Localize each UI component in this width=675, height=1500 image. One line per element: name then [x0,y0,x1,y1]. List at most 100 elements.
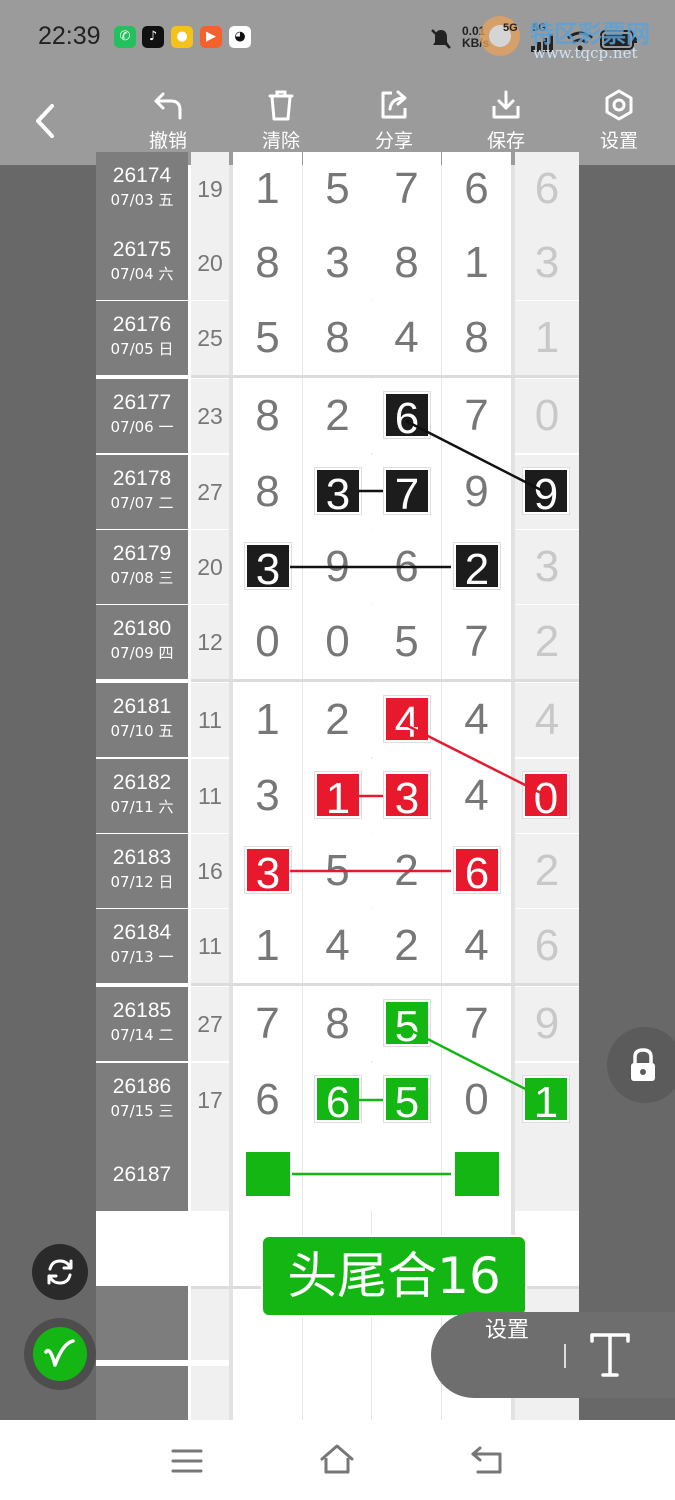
extra-digit-cell[interactable]: 1 [515,301,579,375]
digit-cell[interactable]: 2 [303,683,372,757]
digit-cell[interactable] [442,1137,511,1211]
digit-cell[interactable]: 4 [442,909,511,983]
digit-cell[interactable]: 3 [233,530,302,604]
digit-cell[interactable]: 9 [442,455,511,529]
digit-cell[interactable]: 7 [372,455,441,529]
digit-cell[interactable]: 5 [233,301,302,375]
digit-cell[interactable]: 8 [372,226,441,300]
extra-digit-cell[interactable]: 0 [515,379,579,453]
digit-cell[interactable] [372,1137,441,1211]
digit-cell[interactable]: 5 [303,152,372,226]
digit-cell[interactable]: 8 [303,301,372,375]
lock-button[interactable] [607,1027,675,1103]
clear-button[interactable]: 清除 [246,84,316,160]
settings-button[interactable]: 设置 [584,84,654,160]
digit-cell[interactable]: 2 [442,530,511,604]
menu-icon[interactable] [170,1446,204,1476]
digit-cell[interactable]: 5 [372,987,441,1061]
digit-cell[interactable]: 7 [233,987,302,1061]
digit-cell[interactable]: 6 [442,834,511,908]
highlighted-digit[interactable]: 3 [245,543,291,594]
undo-button[interactable]: 撤销 [133,84,203,160]
highlighted-digit[interactable]: 6 [454,847,500,898]
digit-cell[interactable]: 8 [233,226,302,300]
extra-digit-cell[interactable]: 2 [515,834,579,908]
home-icon[interactable] [318,1442,356,1476]
trend-board[interactable]: 26174 07/03 五 19 1 5 7 6 6 26175 07/04 六 20 8 3 8 1 3 26… [96,152,579,1440]
extra-digit-cell[interactable] [515,1137,579,1211]
share-button[interactable]: 分享 [359,84,429,160]
digit-cell[interactable]: 6 [303,1063,372,1137]
pill-settings-button[interactable]: 设置 [485,1312,529,1344]
digit-cell[interactable] [303,1137,372,1211]
digit-cell[interactable]: 2 [303,379,372,453]
digit-cell[interactable]: 0 [233,605,302,679]
digit-cell[interactable]: 7 [442,605,511,679]
digit-cell[interactable]: 3 [233,834,302,908]
digit-cell[interactable]: 5 [372,1063,441,1137]
digit-cell[interactable]: 7 [442,987,511,1061]
digit-cell[interactable]: 4 [442,759,511,833]
extra-digit-cell[interactable]: 3 [515,530,579,604]
refresh-button[interactable] [32,1244,88,1300]
pen-tool-button[interactable] [24,1318,96,1390]
highlighted-digit[interactable]: 1 [523,1076,569,1127]
digit-cell[interactable]: 6 [372,530,441,604]
digit-cell[interactable]: 0 [442,1063,511,1137]
highlighted-digit[interactable]: 1 [315,772,361,823]
digit-cell[interactable]: 1 [233,152,302,226]
extra-digit-cell[interactable]: 2 [515,605,579,679]
highlighted-digit[interactable]: 2 [454,543,500,594]
digit-cell[interactable]: 0 [303,605,372,679]
extra-digit-cell[interactable]: 9 [515,455,579,529]
highlighted-digit[interactable]: 5 [384,1000,430,1051]
digit-cell[interactable]: 4 [372,683,441,757]
extra-digit-cell[interactable]: 0 [515,759,579,833]
extra-digit-cell[interactable]: 6 [515,152,579,226]
digit-cell[interactable]: 4 [372,301,441,375]
extra-digit-cell[interactable]: 6 [515,909,579,983]
digit-cell[interactable]: 6 [233,1063,302,1137]
digit-cell[interactable]: 4 [442,683,511,757]
digit-cell[interactable]: 4 [303,909,372,983]
highlighted-digit[interactable]: 4 [384,696,430,747]
digit-cell[interactable]: 6 [442,152,511,226]
highlighted-digit[interactable]: 3 [384,772,430,823]
digit-cell[interactable]: 3 [303,226,372,300]
text-tool-icon[interactable] [586,1329,634,1381]
highlighted-digit[interactable]: 5 [384,1076,430,1127]
digit-cell[interactable]: 8 [233,455,302,529]
digit-cell[interactable]: 5 [372,605,441,679]
digit-cell[interactable]: 2 [372,909,441,983]
highlighted-digit[interactable]: 6 [315,1076,361,1127]
save-button[interactable]: 保存 [471,84,541,160]
digit-cell[interactable]: 3 [372,759,441,833]
digit-cell[interactable]: 2 [372,834,441,908]
digit-cell[interactable]: 3 [233,759,302,833]
extra-digit-cell[interactable]: 9 [515,987,579,1061]
digit-cell[interactable]: 7 [442,379,511,453]
digit-cell[interactable]: 8 [303,987,372,1061]
digit-cell[interactable]: 8 [442,301,511,375]
extra-digit-cell[interactable]: 4 [515,683,579,757]
highlighted-digit[interactable]: 3 [245,847,291,898]
highlighted-digit[interactable]: 9 [523,468,569,519]
highlighted-digit[interactable]: 0 [523,772,569,823]
digit-cell[interactable]: 3 [303,455,372,529]
digit-cell[interactable]: 9 [303,530,372,604]
digit-cell[interactable]: 6 [372,379,441,453]
highlighted-digit[interactable]: 7 [384,468,430,519]
back-nav-icon[interactable] [468,1444,506,1476]
digit-cell[interactable]: 1 [303,759,372,833]
highlighted-digit[interactable]: 6 [384,392,430,443]
back-arrow-icon[interactable] [28,98,64,144]
digit-cell[interactable]: 7 [372,152,441,226]
digit-cell[interactable] [233,1137,302,1211]
digit-cell[interactable]: 1 [442,226,511,300]
extra-digit-cell[interactable]: 3 [515,226,579,300]
digit-cell[interactable]: 1 [233,909,302,983]
extra-digit-cell[interactable]: 1 [515,1063,579,1137]
digit-cell[interactable]: 1 [233,683,302,757]
highlighted-digit[interactable]: 3 [315,468,361,519]
digit-cell[interactable]: 5 [303,834,372,908]
